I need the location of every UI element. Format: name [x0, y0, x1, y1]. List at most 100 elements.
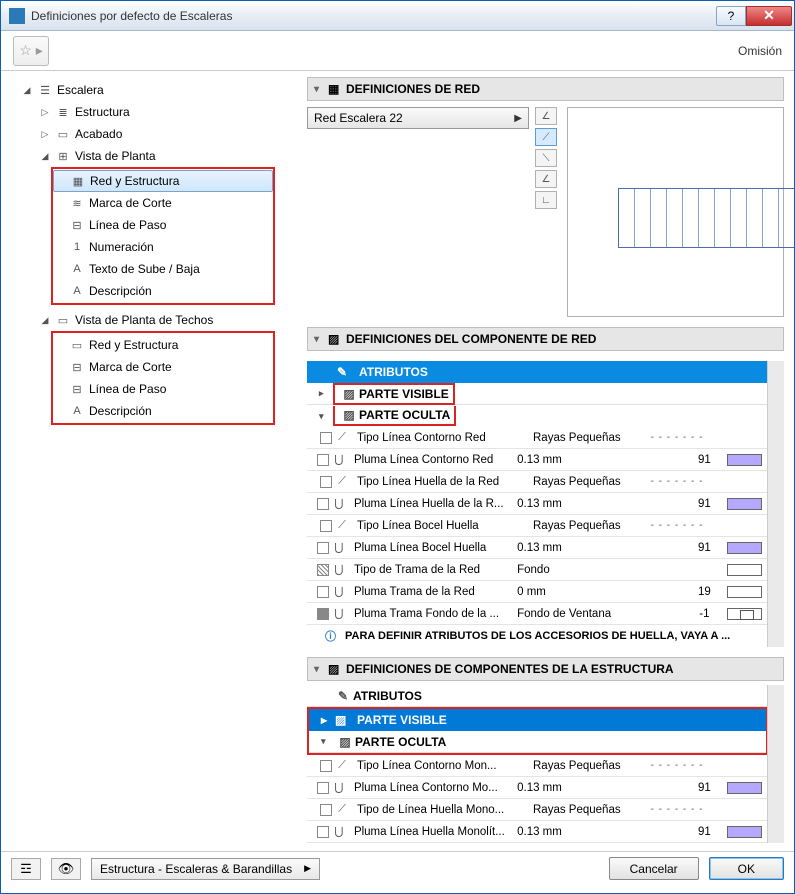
- attribute-row[interactable]: ⟋Tipo Línea Bocel HuellaRayas Pequeñas- …: [307, 515, 768, 537]
- close-button[interactable]: ✕: [746, 6, 792, 26]
- line-style-5[interactable]: ∟: [535, 191, 557, 209]
- color-swatch[interactable]: [727, 586, 762, 598]
- attr-value[interactable]: 0.13 mm: [517, 498, 619, 510]
- tree-linea-paso[interactable]: ⊟ Línea de Paso: [53, 214, 273, 236]
- attr-value[interactable]: 0.13 mm: [517, 454, 619, 466]
- checkbox[interactable]: [317, 608, 329, 620]
- tree-t-linea-paso[interactable]: ⊟ Línea de Paso: [53, 378, 273, 400]
- parte-oculta-row[interactable]: ▾ ▨PARTE OCULTA: [307, 405, 768, 427]
- pen-number[interactable]: 91: [682, 454, 727, 466]
- checkbox[interactable]: [320, 804, 332, 816]
- color-swatch[interactable]: [727, 608, 762, 620]
- line-style-1[interactable]: ∠: [535, 107, 557, 125]
- dash-preview: - - - - - - -: [643, 760, 711, 771]
- checkbox[interactable]: [317, 826, 329, 838]
- color-swatch[interactable]: [727, 454, 762, 466]
- tree-escalera[interactable]: ◢☰ Escalera: [21, 79, 295, 101]
- visibility-button[interactable]: 👁: [51, 858, 81, 880]
- tree-numeracion[interactable]: 1 Numeración: [53, 236, 273, 258]
- checkbox[interactable]: [320, 476, 332, 488]
- layers-button[interactable]: ☲: [11, 858, 41, 880]
- tree-vista-techos[interactable]: ◢▭ Vista de Planta de Techos: [21, 309, 295, 331]
- parte-visible-row[interactable]: ▸ ▨PARTE VISIBLE: [307, 383, 768, 405]
- checkbox[interactable]: [317, 454, 329, 466]
- line-style-4[interactable]: ∠: [535, 170, 557, 188]
- checkbox[interactable]: [320, 520, 332, 532]
- checkbox[interactable]: [320, 432, 332, 444]
- color-swatch[interactable]: [727, 542, 762, 554]
- structure-icon: ≣: [55, 105, 71, 119]
- panel-componente-red[interactable]: ▾▨ DEFINICIONES DEL COMPONENTE DE RED: [307, 327, 784, 351]
- attribute-row[interactable]: ⋃Tipo de Trama de la RedFondo: [307, 559, 768, 581]
- tree-texto-sube-baja[interactable]: A Texto de Sube / Baja: [53, 258, 273, 280]
- atributos-header[interactable]: ✎ ATRIBUTOS: [307, 361, 768, 383]
- attr-name: Pluma Trama Fondo de la ...: [350, 608, 517, 620]
- attribute-row[interactable]: ⋃Pluma Trama de la Red0 mm19: [307, 581, 768, 603]
- checkbox[interactable]: [320, 760, 332, 772]
- attr-value[interactable]: 0.13 mm: [517, 782, 619, 794]
- tree-vista-planta[interactable]: ◢⊞ Vista de Planta: [21, 145, 295, 167]
- panel-componentes-estructura[interactable]: ▾▨ DEFINICIONES DE COMPONENTES DE LA EST…: [307, 657, 784, 681]
- attr-name: Tipo Línea Huella de la Red: [353, 476, 533, 488]
- parte-oculta-row-2[interactable]: ▾▨ PARTE OCULTA: [309, 731, 766, 753]
- attr-value[interactable]: 0.13 mm: [517, 826, 619, 838]
- attribute-row[interactable]: ⋃Pluma Línea Huella Monolít...0.13 mm91: [307, 821, 768, 843]
- line-style-2[interactable]: ⟋: [535, 128, 557, 146]
- pen-number[interactable]: 91: [682, 782, 727, 794]
- color-swatch[interactable]: [727, 498, 762, 510]
- parte-visible-row-2[interactable]: ▸▨ PARTE VISIBLE: [309, 709, 766, 731]
- attribute-row[interactable]: ⟋Tipo Línea Contorno RedRayas Pequeñas- …: [307, 427, 768, 449]
- help-button[interactable]: ?: [716, 6, 746, 26]
- color-swatch[interactable]: [727, 564, 762, 576]
- atributos-header-2[interactable]: ✎ ATRIBUTOS: [307, 685, 768, 707]
- color-swatch[interactable]: [727, 826, 762, 838]
- attribute-row[interactable]: ⋃Pluma Línea Huella de la R...0.13 mm91: [307, 493, 768, 515]
- tree-estructura[interactable]: ▷≣ Estructura: [21, 101, 295, 123]
- pen-number[interactable]: 91: [682, 542, 727, 554]
- pen-number[interactable]: 91: [682, 826, 727, 838]
- tree-red-y-estructura[interactable]: ▦ Red y Estructura: [53, 170, 273, 192]
- tree-t-marca-corte[interactable]: ⊟ Marca de Corte: [53, 356, 273, 378]
- dash-preview: - - - - - - -: [643, 520, 711, 531]
- layer-dropdown[interactable]: Estructura - Escaleras & Barandillas▶: [91, 858, 320, 880]
- favorites-button[interactable]: ☆ ▸: [13, 36, 49, 66]
- tree-t-red-estructura[interactable]: ▭ Red y Estructura: [53, 334, 273, 356]
- attribute-row[interactable]: ⋃Pluma Línea Bocel Huella0.13 mm91: [307, 537, 768, 559]
- line-style-3[interactable]: ⟍: [535, 149, 557, 167]
- attribute-row[interactable]: ⋃Pluma Línea Contorno Mo...0.13 mm91: [307, 777, 768, 799]
- checkbox[interactable]: [317, 542, 329, 554]
- pen-number[interactable]: 19: [682, 586, 727, 598]
- tree-t-descripcion[interactable]: A Descripción: [53, 400, 273, 422]
- attr-value[interactable]: Rayas Pequeñas: [533, 760, 643, 772]
- attr-value[interactable]: 0 mm: [517, 586, 619, 598]
- attribute-row[interactable]: ⋃Pluma Trama Fondo de la ...Fondo de Ven…: [307, 603, 768, 625]
- net-scheme-dropdown[interactable]: Red Escalera 22▶: [307, 107, 529, 129]
- tree-descripcion[interactable]: A Descripción: [53, 280, 273, 302]
- tree-acabado[interactable]: ▷▭ Acabado: [21, 123, 295, 145]
- attr-value[interactable]: Rayas Pequeñas: [533, 476, 643, 488]
- color-swatch[interactable]: [727, 782, 762, 794]
- pen-number[interactable]: 91: [682, 498, 727, 510]
- attribute-row[interactable]: ⟋Tipo Línea Huella de la RedRayas Pequeñ…: [307, 471, 768, 493]
- line-type-icon: ⋃: [332, 541, 346, 554]
- checkbox[interactable]: [317, 586, 329, 598]
- pen-number[interactable]: -1: [682, 608, 727, 620]
- attr-value[interactable]: Rayas Pequeñas: [533, 520, 643, 532]
- attribute-row[interactable]: ⟋Tipo Línea Contorno Mon...Rayas Pequeña…: [307, 755, 768, 777]
- tree-marca-corte[interactable]: ≋ Marca de Corte: [53, 192, 273, 214]
- cancel-button[interactable]: Cancelar: [609, 857, 699, 880]
- ok-button[interactable]: OK: [709, 857, 784, 880]
- attr-value[interactable]: Fondo: [517, 564, 619, 576]
- attr-value[interactable]: Rayas Pequeñas: [533, 804, 643, 816]
- structure-comp-icon: ▨: [328, 662, 346, 676]
- panel-definiciones-red[interactable]: ▾▦ DEFINICIONES DE RED: [307, 77, 784, 101]
- dialog-footer: ☲ 👁 Estructura - Escaleras & Barandillas…: [1, 851, 794, 885]
- attr-value[interactable]: Fondo de Ventana: [517, 608, 619, 620]
- checkbox[interactable]: [317, 564, 329, 576]
- attribute-row[interactable]: ⟋Tipo de Línea Huella Mono...Rayas Peque…: [307, 799, 768, 821]
- attr-value[interactable]: 0.13 mm: [517, 542, 619, 554]
- checkbox[interactable]: [317, 782, 329, 794]
- attribute-row[interactable]: ⋃Pluma Línea Contorno Red0.13 mm91: [307, 449, 768, 471]
- checkbox[interactable]: [317, 498, 329, 510]
- attr-value[interactable]: Rayas Pequeñas: [533, 432, 643, 444]
